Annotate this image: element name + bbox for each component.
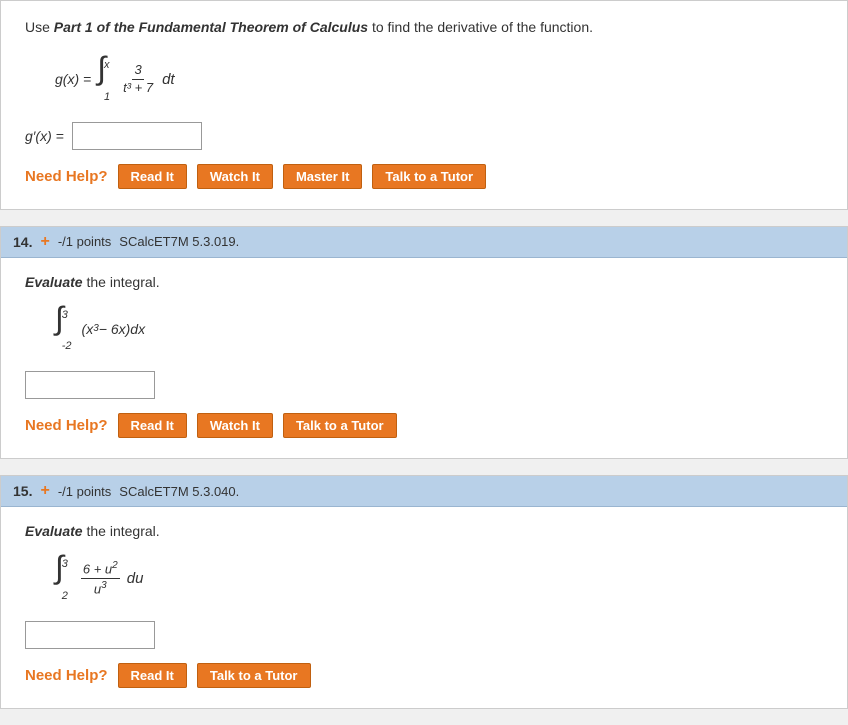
master-it-button-top[interactable]: Master It — [283, 164, 362, 189]
problem-15-body: Evaluate the integral. ∫ 3 2 6 + u2 — [1, 507, 847, 708]
read-it-button-14[interactable]: Read It — [118, 413, 187, 438]
need-help-label-15: Need Help? — [25, 667, 108, 684]
read-it-button-top[interactable]: Read It — [118, 164, 187, 189]
integral-container-15: ∫ 3 2 — [55, 551, 68, 607]
read-it-button-15[interactable]: Read It — [118, 663, 187, 688]
need-help-label-top: Need Help? — [25, 168, 108, 185]
problem-14-body: Evaluate the integral. ∫ 3 -2 (x3 − 6x)d… — [1, 258, 847, 459]
top-problem-instruction: Use Part 1 of the Fundamental Theorem of… — [25, 17, 823, 38]
answer-input-top[interactable] — [72, 122, 202, 150]
upper-limit-15: 3 — [62, 555, 68, 575]
integrand-15: 6 + u2 u3 du — [78, 559, 144, 598]
integral-symbol-container: ∫ x 1 — [97, 52, 110, 108]
integral-var: dt — [162, 66, 175, 93]
talk-to-tutor-button-15[interactable]: Talk to a Tutor — [197, 663, 311, 688]
problem-14-points: -/1 points — [58, 234, 111, 249]
evaluate-keyword-14: Evaluate — [25, 274, 83, 290]
top-problem-block: Use Part 1 of the Fundamental Theorem of… — [0, 0, 848, 210]
watch-it-button-14[interactable]: Watch It — [197, 413, 273, 438]
function-label: g(x) = — [55, 67, 91, 92]
fraction-denominator-15: u3 — [92, 579, 109, 598]
answer-row: g′(x) = — [25, 122, 823, 150]
integral-limits: x 1 — [104, 56, 110, 108]
problem-14-block: 14. + -/1 points SCalcET7M 5.3.019. Eval… — [0, 226, 848, 460]
plus-icon-14: + — [40, 233, 49, 251]
top-problem-math: g(x) = ∫ x 1 3 t³ + 7 dt — [55, 52, 823, 108]
integrand-fraction: 3 t³ + 7 — [121, 62, 155, 97]
problem-15-instruction: Evaluate the integral. — [25, 523, 823, 539]
answer-label: g′(x) = — [25, 128, 64, 144]
fraction-numerator-15: 6 + u2 — [81, 559, 120, 579]
problem-14-id: SCalcET7M 5.3.019. — [119, 234, 239, 249]
problem-15-header: 15. + -/1 points SCalcET7M 5.3.040. — [1, 476, 847, 507]
integral-limits-14: 3 -2 — [62, 306, 72, 358]
problem-14-header: 14. + -/1 points SCalcET7M 5.3.019. — [1, 227, 847, 258]
problem-15-block: 15. + -/1 points SCalcET7M 5.3.040. Eval… — [0, 475, 848, 709]
problem-14-math: ∫ 3 -2 (x3 − 6x)dx — [55, 302, 823, 358]
integral-limits-15: 3 2 — [62, 555, 68, 607]
page-container: Use Part 1 of the Fundamental Theorem of… — [0, 0, 848, 709]
need-help-row-top: Need Help? Read It Watch It Master It Ta… — [25, 164, 823, 189]
answer-input-14[interactable] — [25, 371, 155, 399]
integral-var-15: du — [127, 565, 144, 592]
upper-limit-14: 3 — [62, 306, 72, 326]
answer-input-15[interactable] — [25, 621, 155, 649]
need-help-label-14: Need Help? — [25, 417, 108, 434]
integrand-14: (x3 − 6x)dx — [82, 317, 146, 342]
need-help-row-14: Need Help? Read It Watch It Talk to a Tu… — [25, 413, 823, 438]
lower-limit: 1 — [104, 88, 110, 108]
integral-line-15: ∫ 3 2 6 + u2 u3 du — [55, 551, 823, 607]
evaluate-keyword-15: Evaluate — [25, 523, 83, 539]
talk-to-tutor-button-top[interactable]: Talk to a Tutor — [372, 164, 486, 189]
integral-content: 3 t³ + 7 dt — [118, 62, 175, 97]
problem-15-points: -/1 points — [58, 484, 111, 499]
problem-15-id: SCalcET7M 5.3.040. — [119, 484, 239, 499]
need-help-row-15: Need Help? Read It Talk to a Tutor — [25, 663, 823, 688]
watch-it-button-top[interactable]: Watch It — [197, 164, 273, 189]
problem-15-number: 15. — [13, 483, 32, 499]
problem-14-instruction: Evaluate the integral. — [25, 274, 823, 290]
integral-equation: g(x) = ∫ x 1 3 t³ + 7 dt — [55, 52, 823, 108]
problem-15-math: ∫ 3 2 6 + u2 u3 du — [55, 551, 823, 607]
integrand-fraction-15: 6 + u2 u3 — [81, 559, 120, 598]
upper-limit: x — [104, 56, 110, 76]
lower-limit-14: -2 — [62, 337, 72, 357]
fraction-numerator: 3 — [132, 62, 143, 80]
lower-limit-15: 2 — [62, 587, 68, 607]
talk-to-tutor-button-14[interactable]: Talk to a Tutor — [283, 413, 397, 438]
integral-container-14: ∫ 3 -2 — [55, 302, 72, 358]
fraction-denominator: t³ + 7 — [121, 80, 155, 97]
plus-icon-15: + — [40, 482, 49, 500]
integral-line-14: ∫ 3 -2 (x3 − 6x)dx — [55, 302, 823, 358]
problem-14-number: 14. — [13, 234, 32, 250]
